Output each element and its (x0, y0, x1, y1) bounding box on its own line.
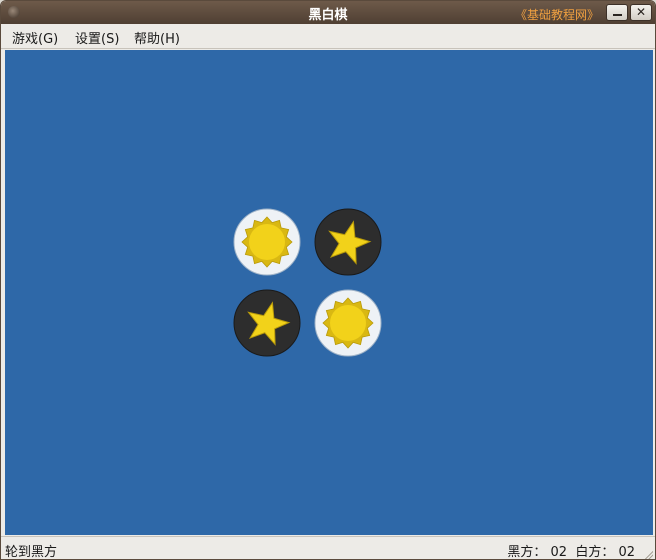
menu-settings[interactable]: 设置(S) (75, 28, 119, 47)
minimize-button[interactable] (606, 4, 628, 21)
status-bar: 轮到黑方 黑方： 02 白方： 02 (1, 536, 655, 560)
turn-indicator: 轮到黑方 (5, 545, 58, 560)
star-icon (314, 208, 382, 276)
resize-grip[interactable] (643, 550, 653, 559)
menu-help[interactable]: 帮助(H) (134, 28, 180, 47)
app-window: 黑白棋 《基础教程网》 ✕ 游戏(G) 设置(S) 帮助(H) 轮到黑方 黑方：… (0, 0, 656, 560)
watermark-text: 《基础教程网》 (515, 8, 600, 22)
white-piece[interactable] (233, 208, 301, 276)
sun-icon (314, 289, 382, 357)
black-piece[interactable] (314, 208, 382, 276)
black-piece[interactable] (233, 289, 301, 357)
game-board[interactable] (5, 50, 653, 535)
white-piece[interactable] (314, 289, 382, 357)
star-icon (233, 289, 301, 357)
title-bar[interactable]: 黑白棋 《基础教程网》 ✕ (1, 1, 655, 24)
close-button[interactable]: ✕ (630, 4, 652, 21)
sun-icon (233, 208, 301, 276)
menu-bar: 游戏(G) 设置(S) 帮助(H) (1, 24, 655, 49)
menu-game[interactable]: 游戏(G) (12, 28, 58, 47)
minimize-icon (612, 14, 622, 16)
score-display: 黑方： 02 白方： 02 (507, 545, 635, 560)
